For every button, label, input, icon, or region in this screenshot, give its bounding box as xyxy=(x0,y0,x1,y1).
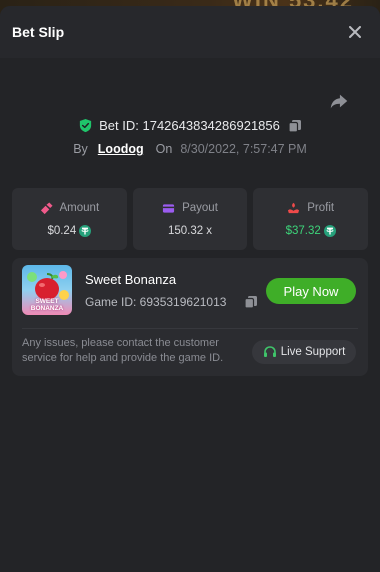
headset-icon xyxy=(263,346,276,357)
divider xyxy=(22,328,358,329)
profit-stat: Profit $37.32 xyxy=(253,188,369,250)
bet-meta-row: By Loodog On 8/30/2022, 7:57:47 PM xyxy=(0,142,380,156)
share-icon xyxy=(330,94,348,109)
play-now-button[interactable]: Play Now xyxy=(266,278,356,304)
amount-label: Amount xyxy=(59,202,100,214)
profit-value: $37.32 xyxy=(285,224,321,237)
game-thumbnail[interactable]: SWEET BONANZA xyxy=(22,265,72,315)
bet-id: Bet ID: 1742643834286921856 xyxy=(99,118,280,133)
close-icon xyxy=(349,26,361,38)
usdt-coin-icon xyxy=(79,224,92,237)
share-button[interactable] xyxy=(328,90,350,112)
payout-stat: Payout 150.32 x xyxy=(132,188,248,250)
usdt-coin-icon xyxy=(323,224,336,237)
bet-datetime: 8/30/2022, 7:57:47 PM xyxy=(180,142,307,156)
payout-label: Payout xyxy=(182,202,218,214)
amount-icon xyxy=(40,201,53,214)
amount-stat: Amount $0.24 xyxy=(12,188,127,250)
verified-shield-icon xyxy=(80,118,92,133)
payout-icon xyxy=(163,203,175,213)
game-id: Game ID: 6935319621013 xyxy=(85,295,227,309)
thumb-title-2: BONANZA xyxy=(30,305,64,312)
profit-icon xyxy=(288,202,300,213)
game-name: Sweet Bonanza xyxy=(85,272,177,287)
live-support-button[interactable]: Live Support xyxy=(252,340,356,364)
bet-id-row: Bet ID: 1742643834286921856 xyxy=(0,118,380,133)
live-support-label: Live Support xyxy=(280,346,346,358)
amount-value: $0.24 xyxy=(47,224,77,237)
bet-stats: Amount $0.24 Payout 150.32 x Profit $37.… xyxy=(12,188,369,250)
by-label: By xyxy=(73,142,88,156)
bet-slip-modal: Bet Slip Bet ID: 1742643834286921856 By … xyxy=(0,6,380,572)
username-link[interactable]: Loodog xyxy=(98,142,144,156)
modal-header: Bet Slip xyxy=(0,6,380,58)
modal-title: Bet Slip xyxy=(12,24,65,40)
profit-label: Profit xyxy=(307,202,335,214)
support-notice: Any issues, please contact the customer … xyxy=(22,337,224,364)
copy-game-id-icon[interactable] xyxy=(244,295,258,309)
payout-value: 150.32 x xyxy=(167,224,213,237)
close-button[interactable] xyxy=(344,21,366,43)
copy-bet-id-icon[interactable] xyxy=(288,119,302,133)
thumb-title-1: SWEET xyxy=(35,298,59,305)
on-label: On xyxy=(155,142,173,156)
game-card: SWEET BONANZA Sweet Bonanza Game ID: 693… xyxy=(12,258,368,376)
